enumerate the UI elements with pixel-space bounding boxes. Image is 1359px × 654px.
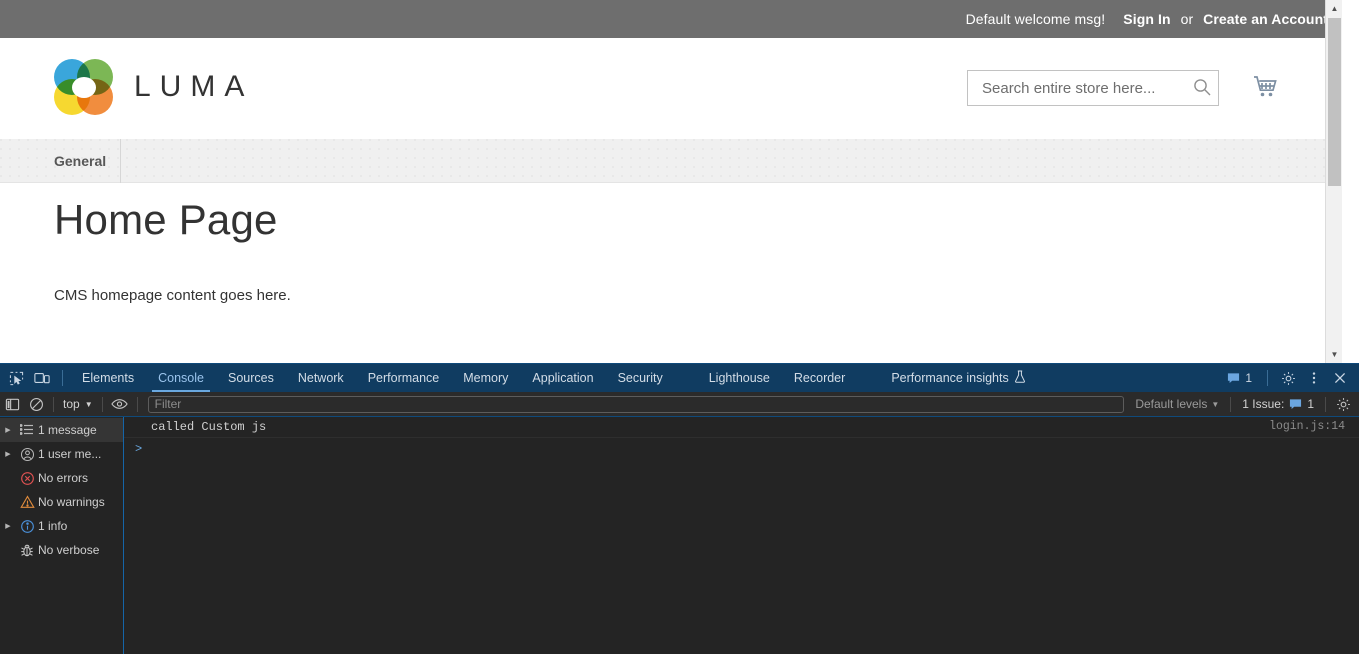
error-icon (16, 471, 38, 486)
sidebar-item-user-messages-label: 1 user me... (38, 447, 101, 461)
luma-logo-text: LUMA (134, 70, 253, 104)
issues-label: 1 Issue: (1242, 397, 1284, 411)
close-icon[interactable] (1327, 365, 1353, 391)
luma-logo-mark (54, 58, 114, 116)
bug-icon (16, 543, 38, 558)
chevron-down-icon: ▼ (1211, 401, 1219, 409)
issues-count: 1 (1307, 397, 1314, 411)
shopping-cart-icon[interactable] (1252, 74, 1282, 102)
scrollbar-thumb[interactable] (1328, 18, 1341, 186)
tab-network[interactable]: Network (286, 364, 356, 392)
message-count-value: 1 (1245, 371, 1252, 385)
kebab-menu-icon[interactable] (1301, 365, 1327, 391)
flask-icon (1014, 370, 1026, 386)
chevron-down-icon: ▼ (85, 401, 93, 409)
search-input[interactable] (967, 70, 1219, 106)
execution-context-value: top (63, 397, 80, 411)
console-filter-input[interactable] (148, 396, 1125, 413)
sidebar-item-info[interactable]: ▶ 1 info (0, 514, 123, 538)
site-header: LUMA (0, 38, 1342, 139)
sign-in-link[interactable]: Sign In (1123, 11, 1170, 27)
clear-console-icon[interactable] (24, 392, 48, 416)
prompt-chevron-icon: > (135, 442, 142, 456)
page-title: Home Page (54, 196, 291, 244)
execution-context-dropdown[interactable]: top ▼ (59, 397, 97, 411)
log-levels-value: Default levels (1135, 397, 1207, 411)
message-bubble-icon (1227, 372, 1240, 384)
tab-security[interactable]: Security (606, 364, 675, 392)
tab-sources[interactable]: Sources (216, 364, 286, 392)
luma-logo[interactable]: LUMA (54, 58, 253, 116)
tab-console[interactable]: Console (146, 364, 216, 392)
devtools-tab-list: Elements Console Sources Network Perform… (70, 364, 1038, 392)
sidebar-item-warnings-label: No warnings (38, 495, 105, 509)
gear-icon[interactable] (1275, 365, 1301, 391)
sidebar-item-warnings[interactable]: ▶ No warnings (0, 490, 123, 514)
sidebar-item-errors[interactable]: ▶ No errors (0, 466, 123, 490)
sidebar-item-errors-label: No errors (38, 471, 88, 485)
sidebar-item-verbose-label: No verbose (38, 543, 99, 557)
console-message-row[interactable]: called Custom js login.js:14 (124, 417, 1359, 438)
sidebar-item-messages-label: 1 message (38, 423, 97, 437)
scroll-down-arrow-icon[interactable]: ▼ (1326, 346, 1342, 363)
device-toolbar-icon[interactable] (29, 365, 55, 391)
sidebar-item-user-messages[interactable]: ▶ 1 user me... (0, 442, 123, 466)
console-toolbar: top ▼ Default levels ▼ 1 Issue: 1 (0, 392, 1359, 417)
devtools-panel: Elements Console Sources Network Perform… (0, 363, 1359, 654)
sidebar-item-info-label: 1 info (38, 519, 67, 533)
tab-memory[interactable]: Memory (451, 364, 520, 392)
list-icon (16, 424, 38, 436)
page-body-text: CMS homepage content goes here. (54, 287, 291, 304)
sidebar-item-messages[interactable]: ▶ 1 message (0, 418, 123, 442)
create-account-link[interactable]: Create an Account (1203, 11, 1328, 27)
info-icon (16, 519, 38, 534)
expand-arrow-icon[interactable]: ▶ (0, 522, 16, 530)
message-bubble-icon (1289, 398, 1302, 410)
devtools-tabbar: Elements Console Sources Network Perform… (0, 364, 1359, 392)
console-output: called Custom js login.js:14 > (124, 417, 1359, 654)
tab-lighthouse[interactable]: Lighthouse (697, 364, 782, 392)
eye-icon[interactable] (108, 392, 132, 416)
tab-performance-insights[interactable]: Performance insights (879, 364, 1037, 392)
tab-performance[interactable]: Performance (356, 364, 452, 392)
user-icon (16, 447, 38, 462)
console-body: ▶ 1 message ▶ (0, 417, 1359, 654)
console-message-text: called Custom js (151, 420, 266, 434)
warning-icon (16, 495, 38, 509)
search-box (967, 70, 1219, 106)
scroll-up-arrow-icon[interactable]: ▲ (1326, 0, 1342, 17)
inspect-element-icon[interactable] (3, 365, 29, 391)
expand-arrow-icon[interactable]: ▶ (0, 426, 16, 434)
issues-badge[interactable]: 1 Issue: 1 (1236, 397, 1320, 411)
sidebar-toggle-icon[interactable] (0, 392, 24, 416)
tab-performance-insights-label: Performance insights (891, 371, 1008, 385)
gear-icon[interactable] (1331, 392, 1355, 416)
nav-item-general[interactable]: General (54, 139, 121, 183)
console-sidebar: ▶ 1 message ▶ (0, 417, 124, 654)
devtools-tabbar-actions: 1 (1219, 364, 1359, 392)
top-panel: Default welcome msg! Sign In or Create a… (0, 0, 1342, 38)
main-navigation: General (0, 139, 1342, 183)
log-levels-dropdown[interactable]: Default levels ▼ (1129, 397, 1225, 411)
expand-arrow-icon[interactable]: ▶ (0, 450, 16, 458)
tab-elements[interactable]: Elements (70, 364, 146, 392)
sidebar-item-verbose[interactable]: ▶ No verbose (0, 538, 123, 562)
tab-recorder[interactable]: Recorder (782, 364, 857, 392)
console-message-source-link[interactable]: login.js:14 (1269, 420, 1345, 433)
main-content: Home Page CMS homepage content goes here… (54, 196, 291, 304)
page-scrollbar[interactable]: ▲ ▼ (1325, 0, 1342, 363)
or-separator: or (1181, 11, 1193, 27)
storefront-page: Default welcome msg! Sign In or Create a… (0, 0, 1342, 363)
tab-application[interactable]: Application (520, 364, 605, 392)
console-prompt-row[interactable]: > (124, 438, 1359, 459)
message-count-badge[interactable]: 1 (1219, 371, 1260, 385)
search-icon[interactable] (1191, 77, 1213, 99)
welcome-message: Default welcome msg! (966, 11, 1106, 27)
